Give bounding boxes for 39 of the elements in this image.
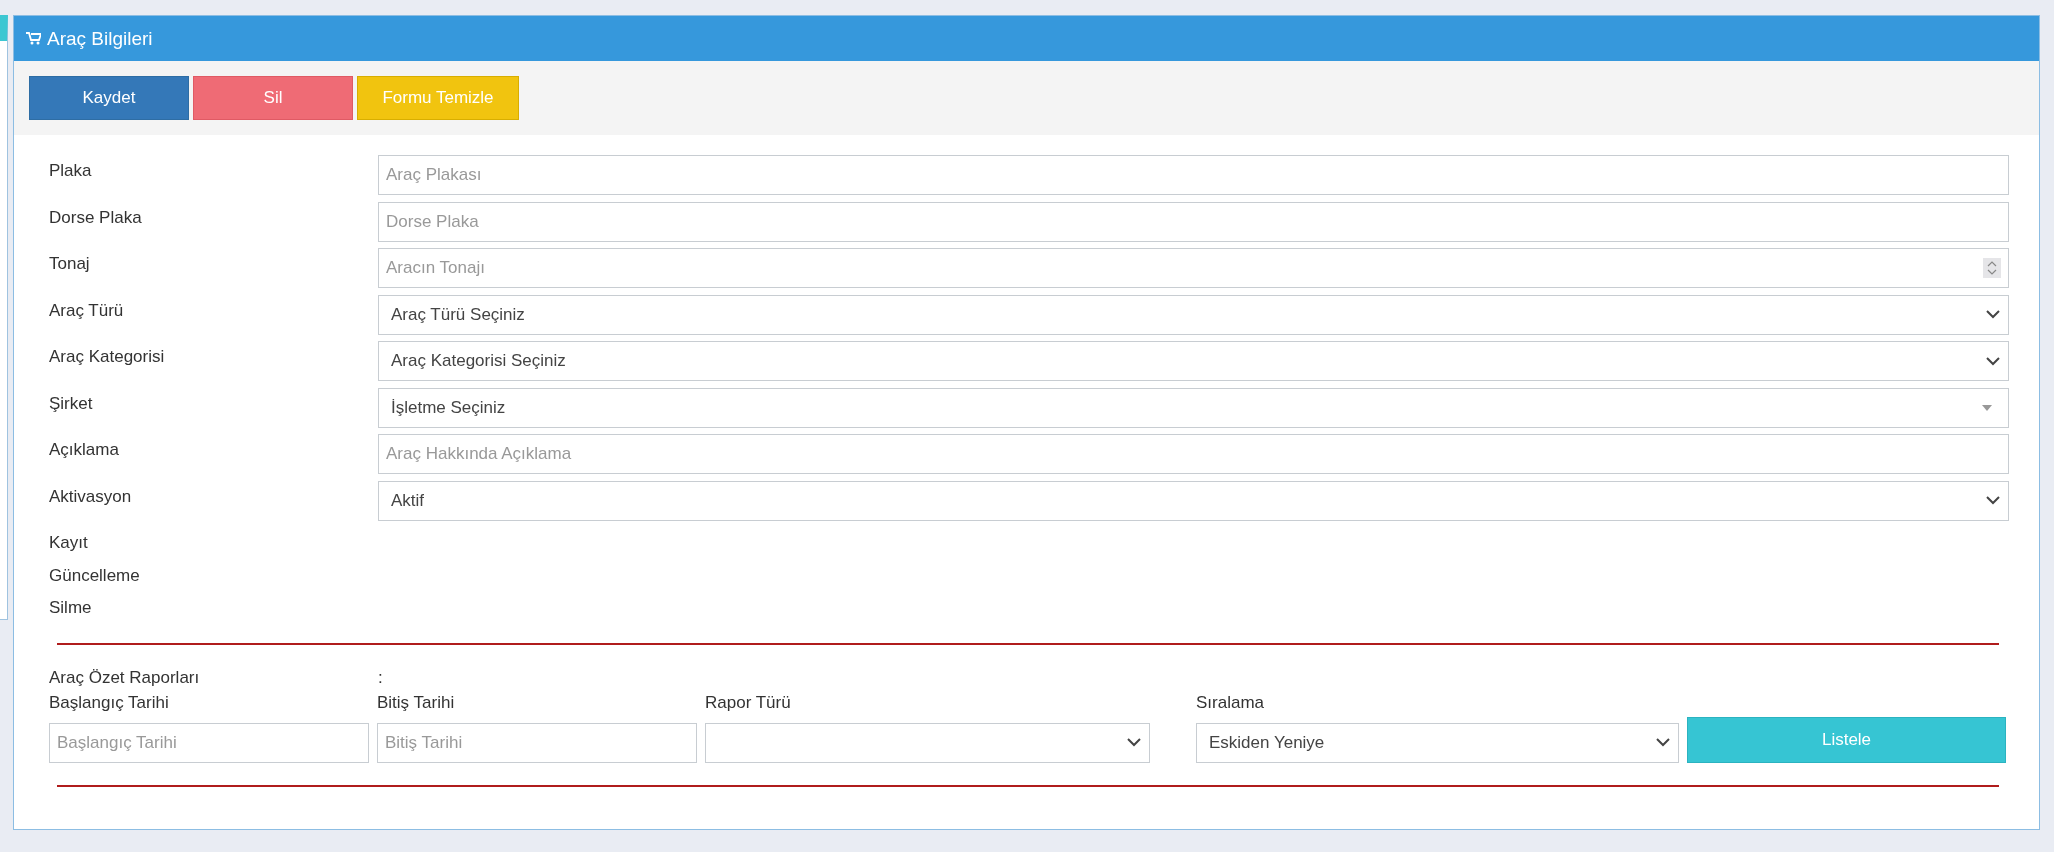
field-label: Rapor Türü bbox=[705, 692, 792, 714]
panel-title: Araç Bilgileri bbox=[47, 27, 153, 50]
input-field[interactable]: Araç Plakası bbox=[378, 155, 2009, 195]
select-field[interactable]: Araç Kategorisi Seçiniz bbox=[378, 341, 2009, 381]
chevron-down-icon bbox=[1986, 496, 2000, 505]
field-label: Başlangıç Tarihi bbox=[49, 692, 170, 714]
date-field[interactable]: Başlangıç Tarihi bbox=[49, 722, 369, 763]
audit-label: Silme bbox=[49, 597, 93, 619]
field-label: Plaka bbox=[49, 160, 93, 181]
dropdown-triangle-icon bbox=[1982, 404, 1992, 411]
field-label: Araç Türü bbox=[49, 299, 125, 321]
audit-label: Kayıt bbox=[49, 532, 89, 554]
audit-label: Güncelleme bbox=[49, 564, 141, 587]
combo-field[interactable]: İşletme Seçiniz bbox=[378, 387, 2009, 428]
input-field[interactable]: Dorse Plaka bbox=[378, 201, 2009, 242]
chevron-down-icon bbox=[1986, 356, 2000, 366]
field-label: Dorse Plaka bbox=[49, 206, 143, 228]
separator-colon: : bbox=[378, 667, 384, 688]
section-title: Araç Özet Raporları bbox=[49, 667, 201, 688]
date-field[interactable]: Bitiş Tarihi bbox=[377, 722, 697, 763]
chevron-down-icon bbox=[1127, 738, 1141, 747]
select-field[interactable]: Aktif bbox=[378, 480, 2009, 521]
field-label: Sıralama bbox=[1196, 692, 1266, 714]
field-label: Aktivasyon bbox=[49, 485, 133, 507]
select-field[interactable]: Araç Türü Seçiniz bbox=[378, 294, 2009, 335]
select-field[interactable] bbox=[705, 722, 1150, 763]
chevron-down-icon bbox=[1656, 738, 1670, 747]
field-label: Açıklama bbox=[49, 439, 120, 460]
field-label: Araç Kategorisi bbox=[49, 346, 166, 367]
input-field[interactable]: Aracın Tonajı bbox=[378, 248, 2009, 288]
cart-icon bbox=[26, 32, 41, 45]
spinner-icon[interactable] bbox=[1983, 258, 2001, 278]
save-button[interactable]: Kaydet bbox=[29, 76, 189, 120]
field-label: Şirket bbox=[49, 392, 94, 414]
field-label: Bitiş Tarihi bbox=[377, 692, 456, 714]
field-label: Tonaj bbox=[49, 253, 91, 274]
select-field[interactable]: Eskiden Yeniye bbox=[1196, 722, 1679, 763]
chevron-down-icon bbox=[1986, 310, 2000, 319]
input-field[interactable]: Araç Hakkında Açıklama bbox=[378, 434, 2009, 474]
